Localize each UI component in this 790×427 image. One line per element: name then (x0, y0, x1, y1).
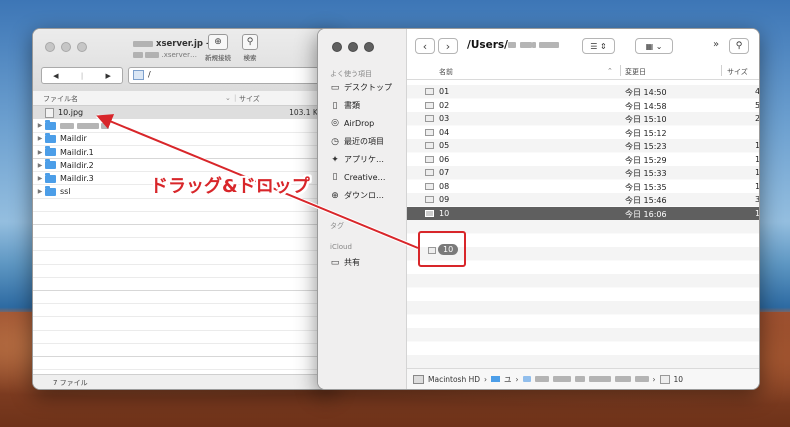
image-file-icon (428, 247, 436, 254)
drag-ghost-box: 10 (418, 231, 466, 267)
drag-arrow-overlay (96, 114, 419, 250)
drag-ghost-label: 10 (438, 244, 459, 255)
drag-and-drop-caption: ドラッグ&ドロップ (150, 176, 310, 197)
